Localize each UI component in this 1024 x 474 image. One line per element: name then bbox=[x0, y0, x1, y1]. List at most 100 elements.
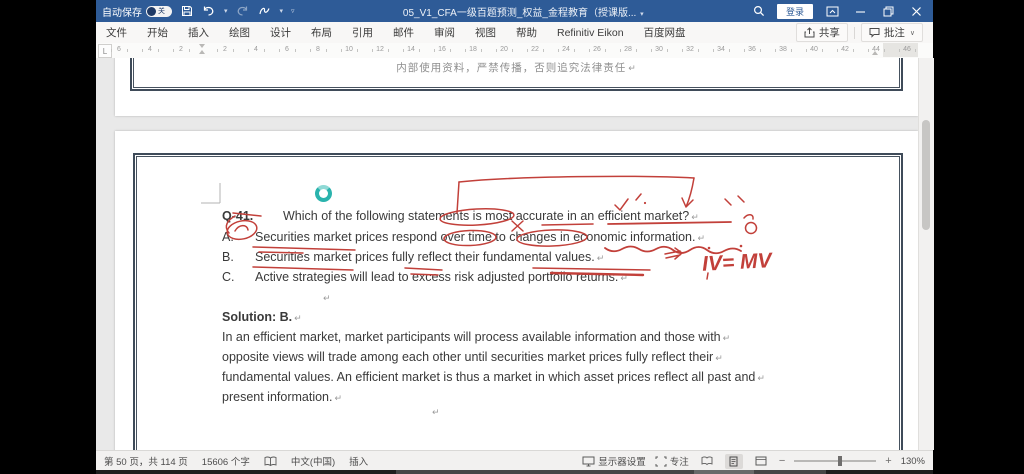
tab-references[interactable]: 引用 bbox=[342, 25, 383, 40]
ruler-number: 30 bbox=[655, 46, 663, 53]
undo-dropdown-icon[interactable]: ▾ bbox=[224, 7, 228, 15]
display-settings[interactable]: 显示器设置 bbox=[582, 454, 646, 468]
restore-button[interactable] bbox=[879, 3, 897, 19]
ruler-number: 38 bbox=[779, 46, 787, 53]
question-number: Q-41. bbox=[222, 209, 254, 223]
read-mode-button[interactable] bbox=[698, 454, 716, 469]
ruler-number: 14 bbox=[407, 46, 415, 53]
pilcrow-mark: ↵ bbox=[323, 293, 331, 303]
autosave-state: 关 bbox=[158, 8, 165, 15]
ruler-number: 2 bbox=[223, 46, 227, 53]
web-layout-button[interactable] bbox=[752, 454, 770, 469]
ruler-number: 4 bbox=[254, 46, 258, 53]
page-indicator[interactable]: 第 50 页，共 114 页 bbox=[104, 454, 188, 468]
pilcrow-mark: ↵ bbox=[294, 313, 302, 323]
close-button[interactable] bbox=[907, 3, 925, 19]
tab-refinitiv-eikon[interactable]: Refinitiv Eikon bbox=[547, 27, 634, 39]
solution-line: opposite views will trade among each oth… bbox=[222, 350, 723, 364]
option-c-text: Active strategies will lead to excess ri… bbox=[255, 270, 628, 284]
pilcrow-mark: ↵ bbox=[691, 212, 699, 222]
search-icon[interactable] bbox=[752, 4, 767, 19]
pilcrow-mark: ↵ bbox=[757, 373, 765, 383]
undo-icon[interactable] bbox=[201, 4, 216, 19]
ruler-number: 6 bbox=[117, 46, 121, 53]
print-layout-button[interactable] bbox=[724, 453, 743, 469]
zoom-level[interactable]: 130% bbox=[901, 456, 925, 467]
autosave-switch-icon[interactable]: 关 bbox=[146, 5, 172, 17]
tab-mailings[interactable]: 邮件 bbox=[383, 25, 424, 40]
ruler-number: 12 bbox=[376, 46, 384, 53]
ruler-number: 36 bbox=[748, 46, 756, 53]
solution-line: fundamental values. An efficient market … bbox=[222, 370, 765, 384]
tab-file[interactable]: 文件 bbox=[96, 25, 137, 40]
tab-help[interactable]: 帮助 bbox=[506, 25, 547, 40]
zoom-in-button[interactable]: + bbox=[885, 455, 891, 467]
ruler-number: 22 bbox=[531, 46, 539, 53]
ink-pen-icon[interactable] bbox=[257, 4, 272, 19]
proofing-icon[interactable] bbox=[264, 456, 277, 467]
vertical-scrollbar[interactable] bbox=[918, 58, 934, 450]
focus-mode[interactable]: 专注 bbox=[655, 454, 689, 468]
zoom-slider[interactable] bbox=[794, 456, 877, 466]
pilcrow-mark: ↵ bbox=[596, 253, 605, 263]
save-icon[interactable] bbox=[179, 4, 194, 19]
ruler-number: 8 bbox=[316, 46, 320, 53]
tab-draw[interactable]: 绘图 bbox=[219, 25, 260, 40]
autosave-toggle[interactable]: 自动保存 关 bbox=[102, 4, 172, 19]
ruler-number: 42 bbox=[841, 46, 849, 53]
redo-icon[interactable] bbox=[235, 4, 250, 19]
minimize-button[interactable] bbox=[851, 3, 869, 19]
ribbon-tab-bar: 文件 开始 插入 绘图 设计 布局 引用 邮件 审阅 视图 帮助 Refinit… bbox=[96, 22, 933, 44]
horizontal-ruler[interactable]: L 6 4 2 2 4 6 8 10 12 14 16 18 20 22 24 26 28 30 32 34 36 38 4… bbox=[96, 43, 933, 59]
word-count[interactable]: 15606 个字 bbox=[202, 454, 250, 468]
indent-marker[interactable] bbox=[199, 44, 206, 56]
ruler-number: 26 bbox=[593, 46, 601, 53]
option-b-text: Securities market prices fully reflect t… bbox=[255, 250, 605, 264]
option-c-label: C. bbox=[222, 270, 235, 284]
page1-footer-text: 内部使用资料，严禁传播，否则追究法律责任 ↵ bbox=[396, 62, 637, 74]
zoom-slider-thumb[interactable] bbox=[838, 456, 843, 466]
document-canvas[interactable]: 内部使用资料，严禁传播，否则追究法律责任 ↵ Q-41. Which of the… bbox=[96, 58, 918, 450]
pilcrow-mark: ↵ bbox=[628, 63, 637, 73]
option-b-label: B. bbox=[222, 250, 234, 264]
tab-design[interactable]: 设计 bbox=[260, 25, 301, 40]
ruler-number: 4 bbox=[148, 46, 152, 53]
empty-paragraph-mark: ↵ bbox=[321, 290, 331, 306]
ink-pen-dropdown-icon[interactable]: ▾ bbox=[280, 7, 284, 15]
solution-heading: Solution: B. ↵ bbox=[222, 310, 302, 324]
ruler-number: 32 bbox=[686, 46, 694, 53]
sync-spinner-icon bbox=[315, 185, 332, 202]
comment-icon bbox=[869, 28, 880, 38]
empty-paragraph-mark: ↵ bbox=[430, 404, 440, 420]
tab-selector[interactable]: L bbox=[98, 44, 112, 58]
insert-mode[interactable]: 插入 bbox=[349, 454, 368, 468]
word-window: 自动保存 关 ▾ ▾ ▿ 05_V1_CFA一级百题预测_权益_金程教育（授课版… bbox=[96, 0, 934, 474]
scrollbar-thumb[interactable] bbox=[922, 120, 930, 230]
pilcrow-mark: ↵ bbox=[715, 353, 723, 363]
solution-line: present information. ↵ bbox=[222, 390, 343, 404]
ruler-number: 44 bbox=[872, 46, 880, 53]
comments-button[interactable]: 批注 ∨ bbox=[860, 23, 923, 42]
share-button[interactable]: 共享 bbox=[795, 23, 848, 42]
pilcrow-mark: ↵ bbox=[620, 273, 628, 283]
option-a-text: Securities market prices respond over ti… bbox=[255, 230, 706, 244]
video-progress-strip bbox=[96, 470, 933, 474]
question-stem: Which of the following statements is mos… bbox=[283, 209, 699, 223]
tab-insert[interactable]: 插入 bbox=[178, 25, 219, 40]
ruler-number: 6 bbox=[285, 46, 289, 53]
tab-baidu-netdisk[interactable]: 百度网盘 bbox=[634, 25, 696, 40]
ruler-number: 18 bbox=[469, 46, 477, 53]
language-indicator[interactable]: 中文(中国) bbox=[291, 454, 335, 468]
ruler-number: 34 bbox=[717, 46, 725, 53]
ruler-number: 40 bbox=[810, 46, 818, 53]
tab-layout[interactable]: 布局 bbox=[301, 25, 342, 40]
zoom-out-button[interactable]: − bbox=[779, 455, 785, 467]
ruler-number: 2 bbox=[179, 46, 183, 53]
title-dropdown-icon[interactable]: ▾ bbox=[640, 11, 644, 18]
login-button[interactable]: 登录 bbox=[776, 3, 813, 19]
ribbon-display-options-icon[interactable] bbox=[823, 3, 841, 19]
solution-line: In an efficient market, market participa… bbox=[222, 330, 731, 344]
tab-home[interactable]: 开始 bbox=[137, 25, 178, 40]
tab-review[interactable]: 审阅 bbox=[424, 25, 465, 40]
tab-view[interactable]: 视图 bbox=[465, 25, 506, 40]
